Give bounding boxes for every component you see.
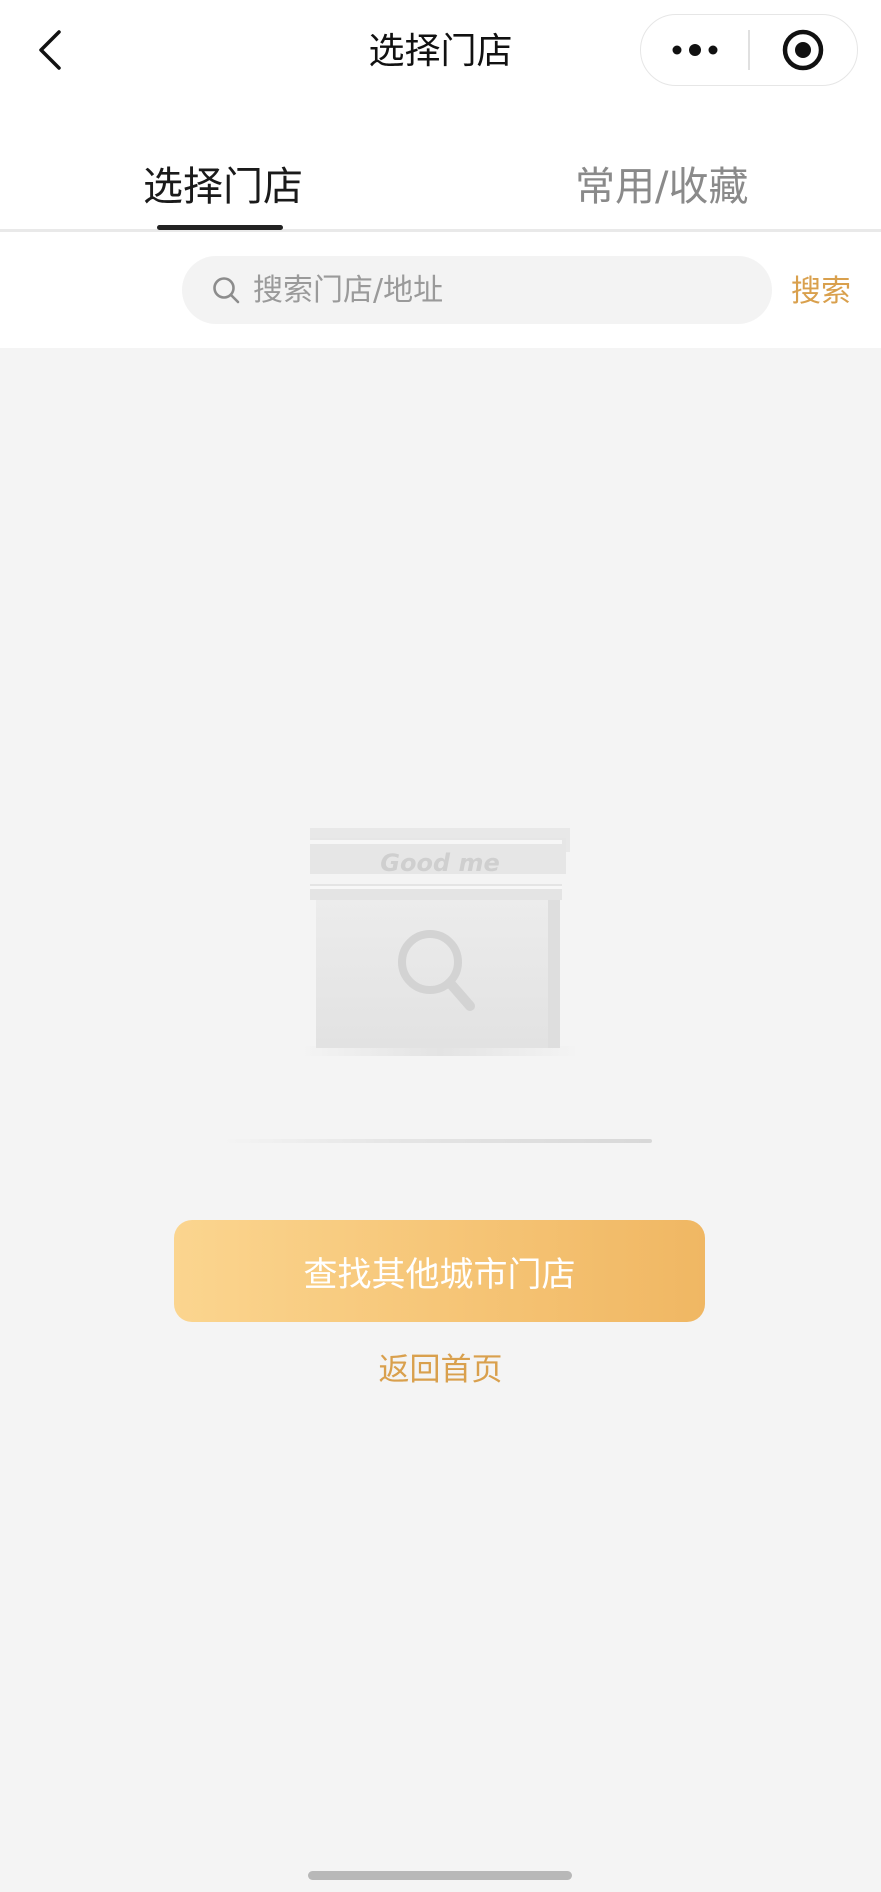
target-circle-icon <box>783 29 824 71</box>
more-button[interactable] <box>641 15 748 85</box>
search-bar: 搜索 <box>0 232 881 348</box>
back-home-link[interactable]: 返回首页 <box>379 1352 503 1388</box>
search-field[interactable] <box>182 256 772 324</box>
navigation-bar: 选择门店 <box>0 0 881 110</box>
home-indicator[interactable] <box>308 1871 572 1880</box>
empty-store-illustration: Good me <box>300 828 580 1058</box>
close-mini-program-button[interactable] <box>750 15 857 85</box>
find-other-city-stores-button[interactable]: 查找其他城市门店 <box>174 1220 705 1322</box>
search-input[interactable] <box>253 260 733 320</box>
store-tabs: 选择门店 常用/收藏 <box>0 110 881 232</box>
tab-favorites[interactable]: 常用/收藏 <box>575 160 748 214</box>
tab-select-store[interactable]: 选择门店 <box>143 160 303 214</box>
search-icon <box>207 271 245 309</box>
chevron-left-icon <box>39 30 61 70</box>
more-dots-icon <box>672 44 718 56</box>
back-home-container: 返回首页 <box>0 1348 881 1392</box>
goodme-logo-text: Good me <box>380 849 500 877</box>
back-button[interactable] <box>22 22 78 78</box>
active-tab-indicator <box>157 225 283 230</box>
empty-state-divider <box>220 1139 652 1143</box>
mini-program-capsule <box>640 14 858 86</box>
search-button[interactable]: 搜索 <box>791 272 851 312</box>
